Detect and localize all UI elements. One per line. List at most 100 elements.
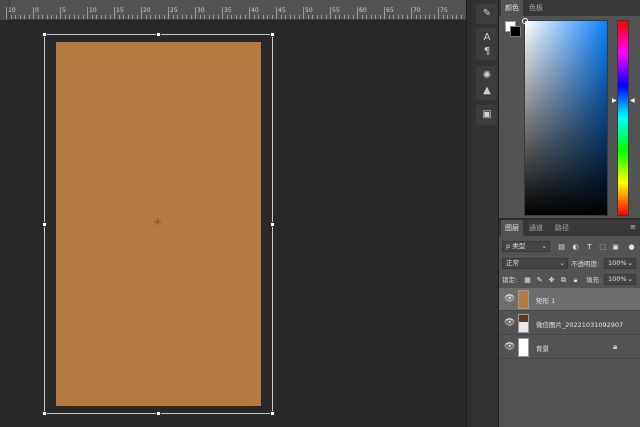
- type-filter-icon[interactable]: T: [585, 243, 594, 252]
- blend-mode-value: 正常: [506, 259, 519, 267]
- adjustment-filter-icon[interactable]: ◐: [571, 243, 580, 252]
- transform-handle[interactable]: [156, 32, 161, 37]
- smart-object-filter-icon[interactable]: ▣: [611, 243, 620, 252]
- brush-settings-icon[interactable]: ✎: [479, 7, 495, 21]
- ruler-tick: [168, 7, 169, 19]
- transform-handle[interactable]: [42, 32, 47, 37]
- ruler-label: 55: [332, 7, 340, 14]
- transform-handle[interactable]: [156, 411, 161, 416]
- visibility-eye-icon[interactable]: 👁︎: [504, 318, 515, 328]
- ruler-tick: [82, 15, 84, 19]
- layer-thumbnail: [518, 314, 529, 333]
- tab-swatches[interactable]: 色板: [525, 0, 547, 16]
- hue-slider-handle-icon[interactable]: ▶: [612, 97, 617, 104]
- ruler-tick: [321, 15, 322, 19]
- ruler-tick: [267, 15, 268, 19]
- ruler-tick: [352, 15, 354, 19]
- ruler-tick: [312, 15, 313, 19]
- lock-image-pixels-icon[interactable]: ✎: [535, 276, 544, 285]
- ruler-label: 25: [170, 7, 178, 14]
- document-canvas[interactable]: ✛: [0, 20, 466, 427]
- panel-menu-icon[interactable]: ≡: [630, 223, 636, 231]
- ruler-tick: [37, 15, 39, 19]
- tab-channels[interactable]: 通道: [525, 220, 547, 236]
- ruler-tick: [100, 15, 102, 19]
- ruler-tick: [379, 15, 381, 19]
- ruler-tick: [78, 15, 79, 19]
- character-icon[interactable]: A: [479, 31, 495, 45]
- layer-filter-select[interactable]: ρ 类型 ⌄: [502, 241, 550, 252]
- transform-handle[interactable]: [270, 222, 275, 227]
- ruler-tick: [406, 15, 408, 19]
- adjustments-icon[interactable]: ✺: [479, 69, 495, 83]
- layers-panel-tabbar: 图层 通道 路径 ≡: [499, 220, 640, 236]
- blend-mode-select[interactable]: 正常 ⌄: [502, 258, 568, 269]
- ruler-tick: [195, 7, 196, 19]
- hue-slider[interactable]: [617, 20, 629, 216]
- ruler-tick: [105, 15, 106, 19]
- lock-position-icon[interactable]: ✥: [547, 276, 556, 285]
- lock-all-icon[interactable]: 🔒︎: [571, 276, 580, 285]
- ruler-tick: [33, 7, 34, 19]
- ruler-tick: [154, 15, 156, 19]
- tab-layers[interactable]: 图层: [501, 220, 523, 236]
- layer-item[interactable]: 👁︎ 微信图片_20221031092907: [499, 312, 640, 335]
- ruler-tick: [132, 15, 133, 19]
- ruler-tick: [145, 15, 147, 19]
- pixel-filter-icon[interactable]: ▤: [557, 243, 566, 252]
- ruler-tick: [307, 15, 309, 19]
- hue-slider-handle-icon[interactable]: ◀: [630, 97, 635, 104]
- right-panel-dock: 颜色 色板 ▶ ◀ 图层 通道 路径 ≡ ρ 类型⌄ ▤ ◐ T ⬚ ▣ ●: [499, 0, 640, 427]
- ruler-tick: [357, 7, 358, 19]
- transform-handle[interactable]: [42, 411, 47, 416]
- ruler-tick: [172, 15, 174, 19]
- opacity-field[interactable]: 100% ⌄: [604, 258, 636, 269]
- ruler-label: 65: [386, 7, 394, 14]
- layer-name: 微信图片_20221031092907: [536, 321, 624, 329]
- ruler-tick: [339, 15, 340, 19]
- lock-artboard-icon[interactable]: ⧉: [559, 276, 568, 285]
- libraries-icon[interactable]: ▣: [479, 108, 495, 122]
- layer-name: 背景: [536, 345, 549, 353]
- ruler-tick: [258, 15, 259, 19]
- ruler-tick: [235, 15, 237, 19]
- histogram-icon[interactable]: ▲: [479, 84, 495, 98]
- transform-handle[interactable]: [270, 32, 275, 37]
- layer-item[interactable]: 👁︎ 矩形 1: [499, 288, 640, 311]
- ruler-tick: [46, 15, 48, 19]
- shape-filter-icon[interactable]: ⬚: [598, 243, 607, 252]
- layer-item[interactable]: 👁︎ 背景 🔒︎: [499, 336, 640, 359]
- lock-transparent-pixels-icon[interactable]: ▦: [523, 276, 532, 285]
- color-picker-cursor[interactable]: [522, 18, 528, 24]
- paragraph-icon[interactable]: ¶: [479, 45, 495, 59]
- layer-filter-label: ρ 类型: [506, 242, 526, 250]
- ruler-tick: [424, 15, 426, 19]
- ruler-tick: [249, 7, 250, 19]
- transform-handle[interactable]: [42, 222, 47, 227]
- tab-paths[interactable]: 路径: [551, 220, 573, 236]
- ruler-label: 0: [35, 7, 39, 14]
- color-picker-field[interactable]: [524, 20, 608, 216]
- ruler-label: 75: [440, 7, 448, 14]
- ruler-label: 15: [116, 7, 124, 14]
- ruler-label: 10: [89, 7, 97, 14]
- ruler-tick: [289, 15, 291, 19]
- opacity-value: 100%: [608, 259, 627, 267]
- visibility-eye-icon[interactable]: 👁︎: [504, 342, 515, 352]
- ruler-tick: [231, 15, 232, 19]
- visibility-eye-icon[interactable]: 👁︎: [504, 294, 515, 304]
- transform-handle[interactable]: [270, 411, 275, 416]
- transform-bounding-box[interactable]: [42, 32, 275, 416]
- tab-color[interactable]: 颜色: [501, 0, 523, 16]
- ruler-tick: [96, 15, 97, 19]
- ruler-tick: [109, 15, 111, 19]
- horizontal-ruler[interactable]: 10 0 5 10 15 20 25 30 35 40 45 50 55 60 65 70 75: [0, 0, 466, 20]
- ruler-tick: [303, 7, 304, 19]
- filter-toggle-icon[interactable]: ●: [627, 243, 636, 252]
- ruler-tick: [244, 15, 246, 19]
- panel-icon-column: ✎ A ¶ ✺ ▲ ▣: [472, 0, 499, 427]
- color-panel: 颜色 色板 ▶ ◀: [499, 0, 640, 218]
- fill-field[interactable]: 100% ⌄: [604, 274, 636, 285]
- layers-panel: 图层 通道 路径 ≡ ρ 类型 ⌄ ▤ ◐ T ⬚ ▣ ● 正常 ⌄ 不透明度: 1…: [499, 218, 640, 427]
- background-color-swatch[interactable]: [510, 26, 521, 37]
